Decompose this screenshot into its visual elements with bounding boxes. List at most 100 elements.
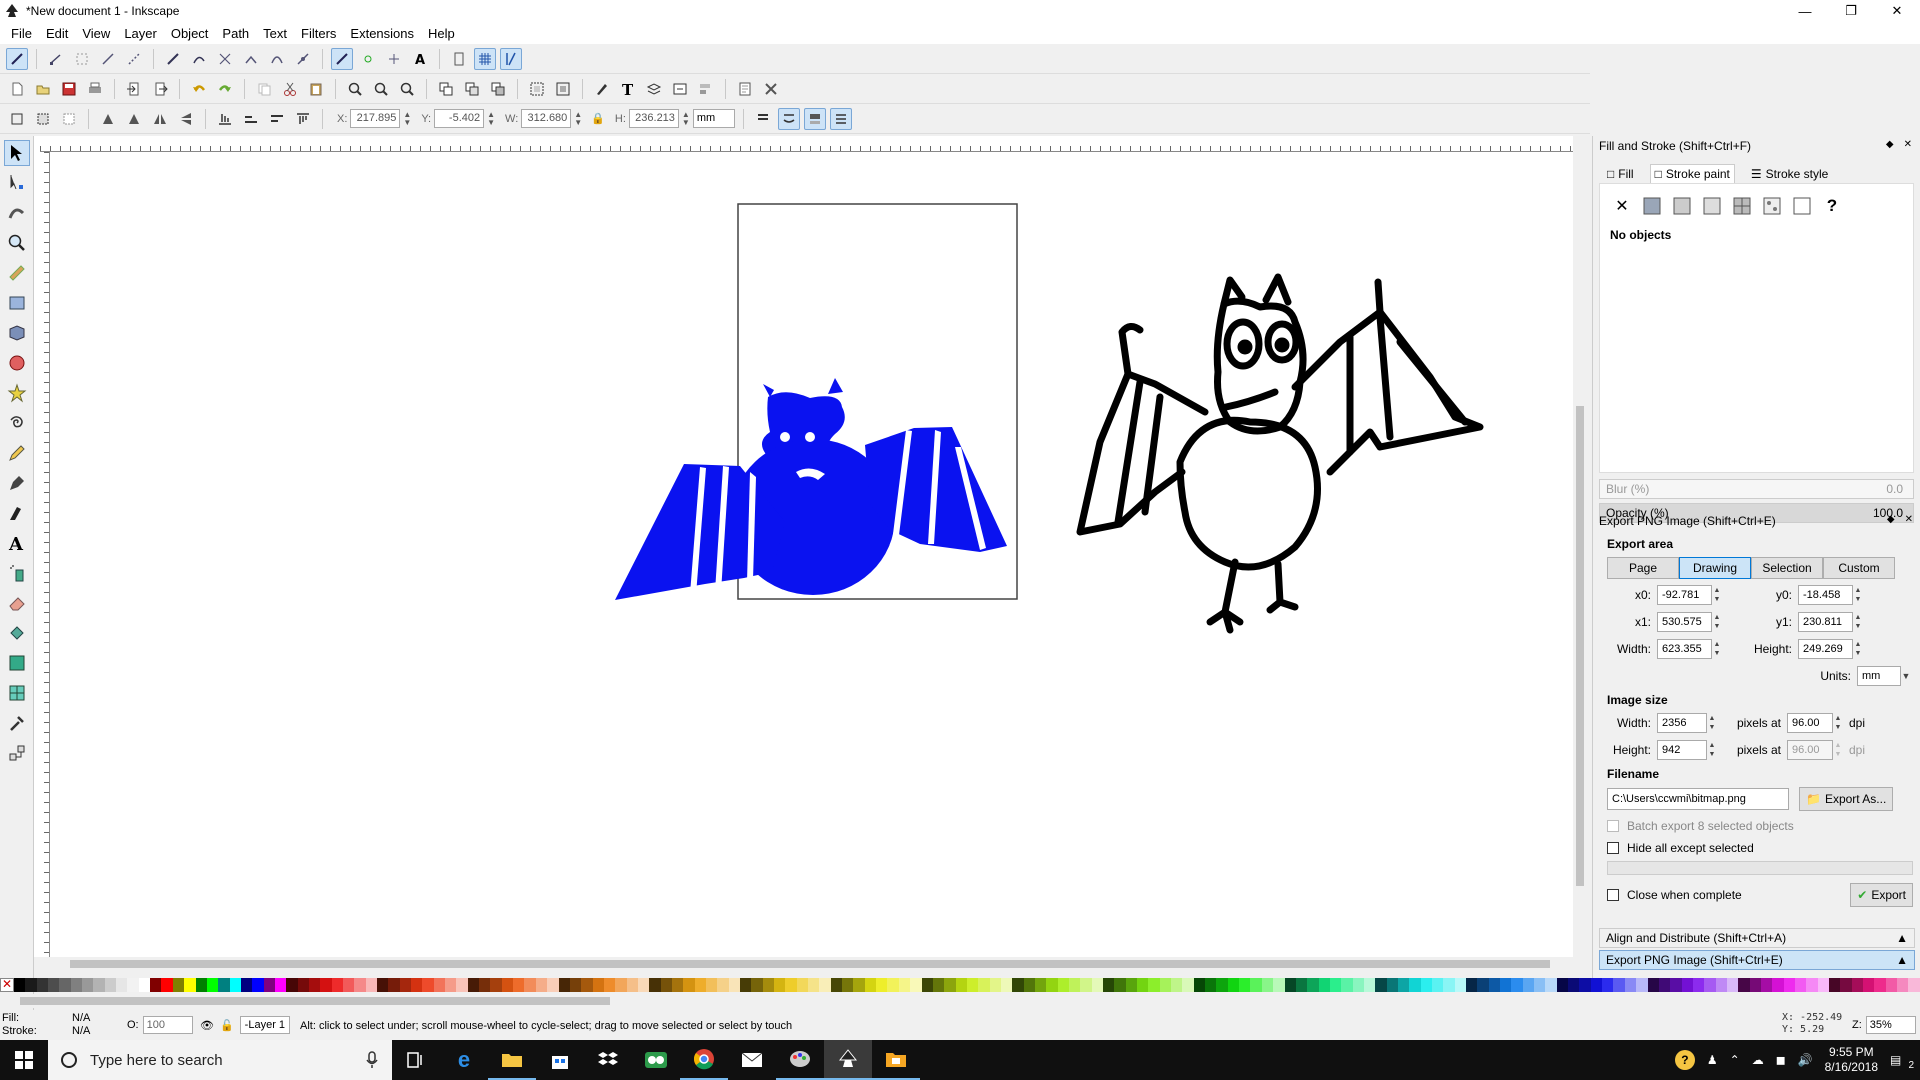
color-swatch[interactable] — [1670, 978, 1682, 992]
file-manager-icon[interactable] — [872, 1040, 920, 1080]
panel-iconify-icon[interactable]: ◆ — [1886, 139, 1894, 150]
color-swatch[interactable] — [1205, 978, 1217, 992]
color-swatch[interactable] — [966, 978, 979, 992]
area-height-input[interactable]: 249.269 — [1798, 639, 1853, 659]
lower-to-bottom-icon[interactable] — [214, 108, 236, 130]
export-iconify-icon[interactable]: ◆ — [1887, 514, 1895, 525]
area-custom-button[interactable]: Custom — [1823, 557, 1895, 579]
color-swatch[interactable] — [1545, 978, 1557, 992]
horizontal-scroll-thumb[interactable] — [70, 960, 1550, 968]
color-swatch[interactable] — [1057, 978, 1069, 992]
horizontal-scrollbar[interactable] — [50, 957, 1573, 971]
snap-toggle-icon[interactable] — [6, 47, 28, 70]
color-swatch[interactable] — [774, 978, 786, 992]
maximize-button[interactable]: ❐ — [1828, 0, 1874, 22]
color-swatch[interactable] — [989, 978, 1001, 992]
color-swatch[interactable] — [1772, 978, 1784, 992]
align-distribute-icon[interactable] — [695, 78, 717, 100]
spiral-tool-icon[interactable] — [4, 410, 30, 436]
export-collapse-icon[interactable]: ▲ — [1896, 953, 1908, 967]
move-patterns-icon[interactable] — [829, 107, 852, 130]
color-swatch[interactable] — [1466, 978, 1478, 992]
x-spinner-icon[interactable]: ▲ ▼ — [403, 110, 411, 127]
microphone-icon[interactable] — [366, 1051, 378, 1069]
flip-vertical-icon[interactable] — [175, 108, 197, 130]
color-swatch[interactable] — [1431, 978, 1444, 992]
color-swatch[interactable] — [479, 978, 491, 992]
flip-horizontal-icon[interactable] — [149, 108, 171, 130]
color-swatch[interactable] — [1420, 978, 1432, 992]
zoom-input[interactable]: 35% — [1865, 1016, 1916, 1034]
file-explorer-icon[interactable] — [488, 1040, 536, 1080]
tweak-tool-icon[interactable] — [4, 200, 30, 226]
open-icon[interactable] — [32, 78, 54, 100]
menu-object[interactable]: Object — [164, 26, 216, 41]
task-view-icon[interactable] — [392, 1040, 440, 1080]
eye-icon[interactable]: 👁 — [200, 1019, 214, 1032]
menu-filters[interactable]: Filters — [294, 26, 343, 41]
drawing-canvas[interactable] — [50, 152, 1573, 957]
snap-nodes-icon[interactable] — [162, 48, 184, 70]
color-swatch[interactable] — [456, 978, 468, 992]
copy-icon[interactable] — [253, 78, 275, 100]
text-tool-icon[interactable]: A — [4, 530, 30, 556]
close-when-complete-checkbox[interactable]: Close when complete — [1607, 888, 1742, 902]
raise-icon[interactable] — [266, 108, 288, 130]
color-swatch[interactable] — [1863, 978, 1875, 992]
measure-tool-icon[interactable] — [4, 260, 30, 286]
blur-value[interactable]: 0.0 — [1886, 482, 1903, 496]
color-swatch[interactable] — [240, 978, 253, 992]
clone-icon[interactable] — [461, 78, 483, 100]
color-swatch[interactable] — [229, 978, 241, 992]
color-swatch[interactable] — [1148, 978, 1160, 992]
color-swatch[interactable] — [842, 978, 854, 992]
color-swatch[interactable] — [1568, 978, 1580, 992]
area-selection-button[interactable]: Selection — [1751, 557, 1823, 579]
color-swatch[interactable] — [1363, 978, 1376, 992]
paint-bucket-tool-icon[interactable] — [4, 620, 30, 646]
color-swatch[interactable] — [1216, 978, 1228, 992]
redo-icon[interactable] — [214, 78, 236, 100]
color-swatch[interactable] — [1193, 978, 1206, 992]
snap-bbox-edge-icon[interactable] — [71, 48, 93, 70]
color-swatch[interactable] — [1341, 978, 1353, 992]
snap-guide-icon[interactable] — [500, 47, 522, 70]
xml-editor-icon[interactable] — [669, 78, 691, 100]
ellipse-tool-icon[interactable] — [4, 350, 30, 376]
color-swatch[interactable] — [1239, 978, 1251, 992]
calligraphy-tool-icon[interactable] — [4, 500, 30, 526]
color-swatch[interactable] — [445, 978, 457, 992]
color-swatch[interactable] — [944, 978, 956, 992]
color-swatch[interactable] — [864, 978, 877, 992]
lock-icon[interactable]: 🔒 — [591, 112, 605, 125]
inkscape-taskbar-icon[interactable] — [824, 1040, 872, 1080]
color-swatch[interactable] — [683, 978, 695, 992]
snap-grid-icon[interactable] — [474, 47, 496, 70]
color-swatch[interactable] — [603, 978, 616, 992]
color-swatch[interactable] — [955, 978, 967, 992]
color-swatch[interactable] — [1091, 978, 1103, 992]
color-swatch[interactable] — [161, 978, 173, 992]
fill-stroke-dialog-icon[interactable] — [591, 78, 613, 100]
color-swatch[interactable] — [649, 978, 661, 992]
vertical-ruler[interactable] — [34, 152, 50, 957]
color-swatch[interactable] — [501, 978, 514, 992]
color-swatch[interactable] — [150, 978, 162, 992]
unset-paint-icon[interactable]: ? — [1822, 196, 1842, 216]
layers-dialog-icon[interactable] — [643, 78, 665, 100]
color-swatch[interactable] — [25, 978, 37, 992]
people-icon[interactable]: ♟ — [1707, 1053, 1718, 1067]
clock[interactable]: 9:55 PM 8/16/2018 — [1825, 1045, 1878, 1075]
opacity-input[interactable]: 100 — [142, 1016, 193, 1034]
color-swatch[interactable] — [921, 978, 933, 992]
export-png-tab[interactable]: Export PNG Image (Shift+Ctrl+E) ▲ — [1599, 950, 1915, 970]
x1-spinner-icon[interactable]: ▲ ▼ — [1712, 613, 1722, 631]
no-paint-swatch[interactable] — [0, 977, 14, 992]
menu-help[interactable]: Help — [421, 26, 462, 41]
flat-color-icon[interactable] — [1642, 196, 1662, 216]
show-hidden-icons-icon[interactable]: ⌃ — [1730, 1053, 1740, 1067]
color-swatch[interactable] — [411, 978, 423, 992]
color-swatch[interactable] — [104, 978, 117, 992]
color-swatch[interactable] — [1477, 978, 1489, 992]
export-icon[interactable] — [149, 78, 171, 100]
